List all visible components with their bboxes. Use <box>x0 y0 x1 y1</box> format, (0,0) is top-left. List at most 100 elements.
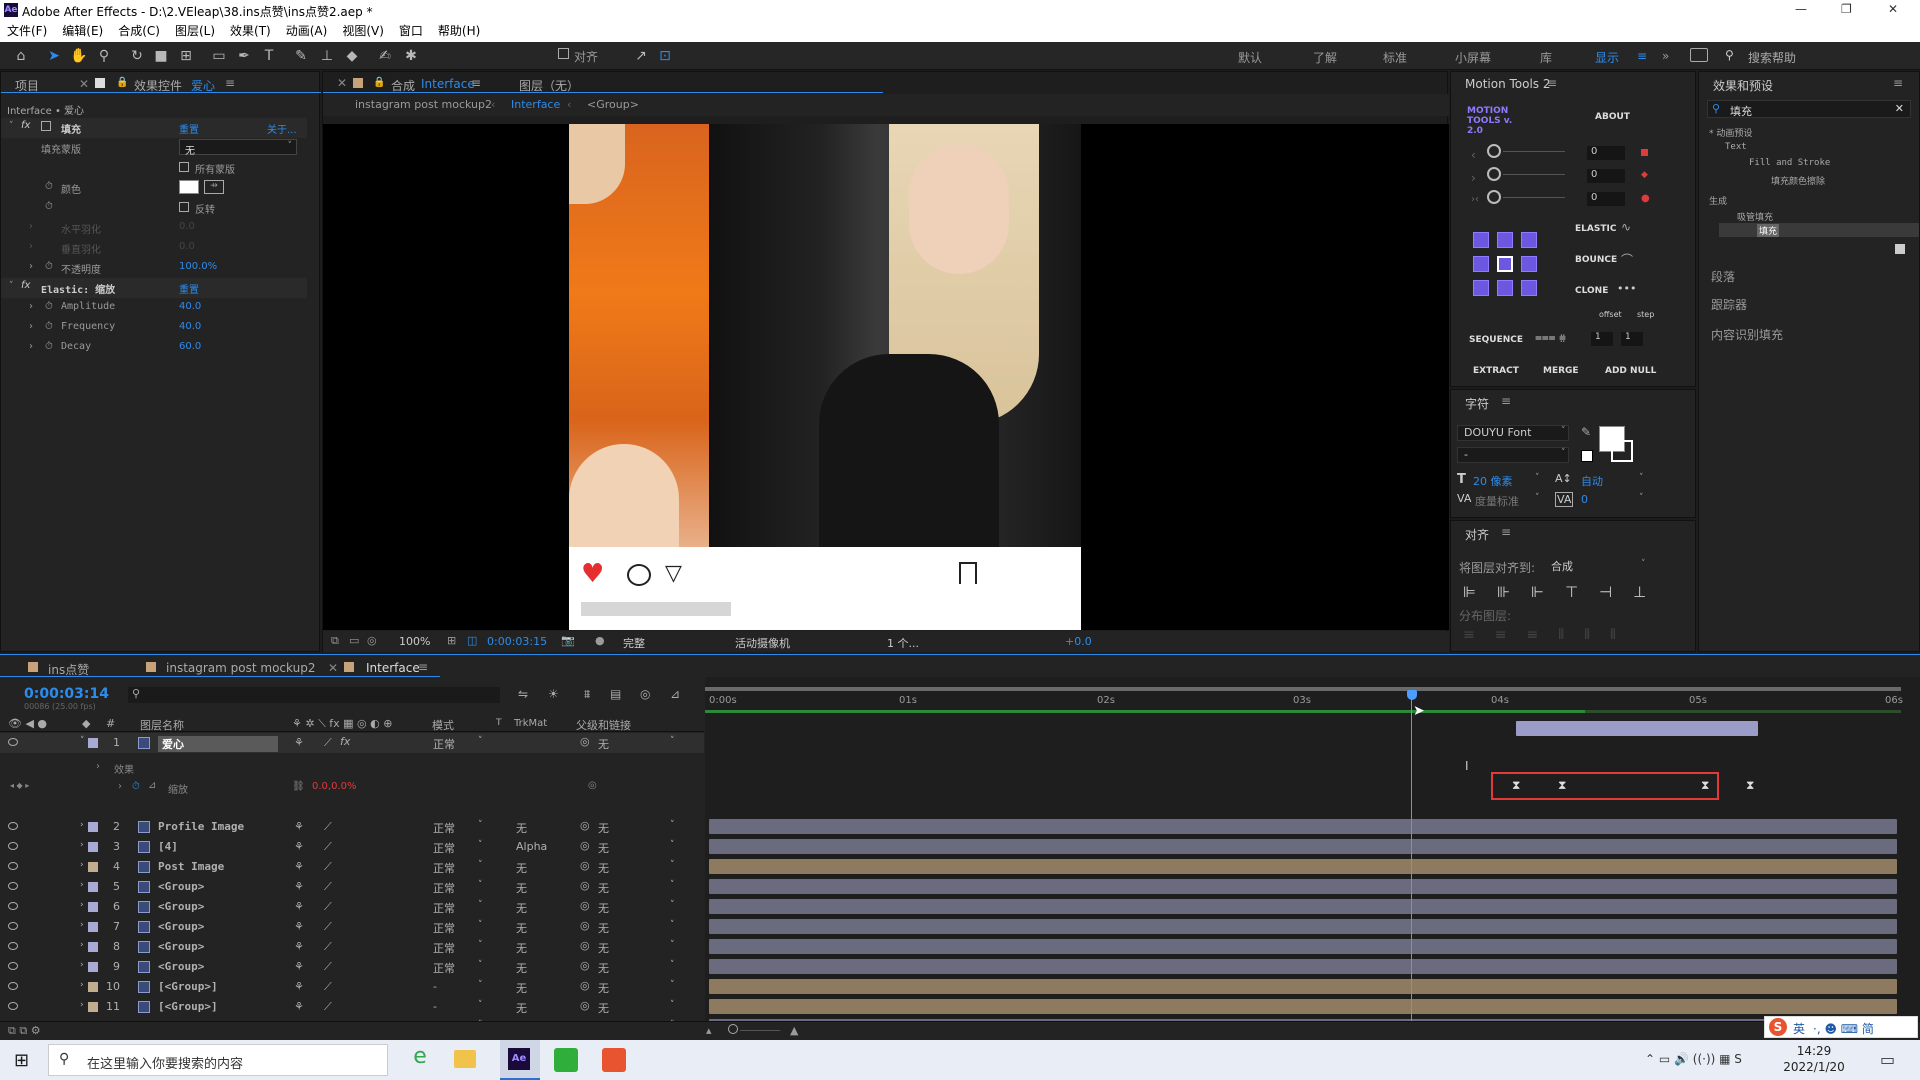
chevron-down-icon[interactable]: ˅ <box>478 960 483 970</box>
edge-browser-icon[interactable]: e <box>404 1044 436 1076</box>
chevron-down-icon[interactable]: ˅ <box>1641 559 1646 569</box>
monitor-icon[interactable]: ▭ <box>349 634 359 647</box>
expand-arrow-icon[interactable]: › <box>80 840 84 850</box>
quality-switch-icon[interactable]: ⟋ <box>324 1000 332 1014</box>
value-field[interactable]: 0 <box>1587 192 1625 206</box>
windows-start-icon[interactable]: ⊞ <box>14 1050 29 1071</box>
align-title[interactable]: 对齐 <box>1465 526 1489 543</box>
eyedropper-icon[interactable]: ⇸ <box>204 180 224 194</box>
align-top-icon[interactable]: ⊤ <box>1565 583 1578 601</box>
elastic-reset-link[interactable]: 重置 <box>179 281 199 296</box>
hand-tool-icon[interactable]: ✋ <box>70 47 88 65</box>
sequence-step-field[interactable]: 1 <box>1621 332 1643 346</box>
slider-track[interactable] <box>1503 174 1565 175</box>
pick-whip-icon[interactable]: ◎ <box>580 899 590 912</box>
workspace-standard[interactable]: 标准 <box>1383 49 1407 66</box>
close-tab-icon[interactable]: ✕ <box>79 77 89 91</box>
shy-switch-icon[interactable]: ⚘ <box>294 820 304 833</box>
pick-whip-icon[interactable]: ◎ <box>580 939 590 952</box>
camera-dropdown[interactable]: 活动摄像机 <box>735 635 790 651</box>
scale-value[interactable]: 0.0,0.0% <box>312 781 357 792</box>
shy-switch-icon[interactable]: ⚘ <box>294 900 304 913</box>
stopwatch-icon[interactable]: ⏱ <box>45 261 53 272</box>
home-icon[interactable]: ⌂ <box>12 47 30 65</box>
label-color-swatch[interactable] <box>88 902 98 912</box>
stopwatch-icon[interactable]: ⏱ <box>45 321 53 332</box>
clock-time[interactable]: 14:29 <box>1784 1044 1844 1058</box>
chevron-down-icon[interactable]: ˅ <box>1561 448 1566 458</box>
label-color-swatch[interactable] <box>88 738 98 748</box>
eraser-tool-icon[interactable]: ◆ <box>343 47 361 65</box>
sogou-ime-icon[interactable]: S <box>1769 1018 1787 1036</box>
content-aware-fill-panel-tab[interactable]: 内容识别填充 <box>1711 326 1783 343</box>
expand-arrow-icon[interactable]: ˅ <box>80 736 85 746</box>
layer-duration-bar[interactable] <box>709 859 1897 874</box>
ime-icons[interactable]: ·, ☻ ⌨ 简 <box>1813 1020 1874 1037</box>
layer-row[interactable]: › 4 Post Image ⚘ ⟋ 正常 ˅ 无 ◎ 无 ˅ <box>0 857 704 877</box>
layer-row[interactable]: › 5 <Group> ⚘ ⟋ 正常 ˅ 无 ◎ 无 ˅ <box>0 877 704 897</box>
chevron-down-icon[interactable]: ˅ <box>670 960 675 970</box>
sequence-button[interactable]: SEQUENCE <box>1469 335 1523 345</box>
quality-switch-icon[interactable]: ⟋ <box>324 960 332 974</box>
layer-row[interactable]: › 9 <Group> ⚘ ⟋ 正常 ˅ 无 ◎ 无 ˅ <box>0 957 704 977</box>
align-v-center-icon[interactable]: ⊣ <box>1599 583 1612 601</box>
panel-menu-icon[interactable]: ≡ <box>1893 76 1903 90</box>
default-colors-icon[interactable] <box>1581 450 1593 462</box>
pen-tool-icon[interactable]: ✒ <box>235 47 253 65</box>
layer-duration-bar[interactable] <box>709 959 1897 974</box>
pick-whip-icon[interactable]: ◎ <box>580 819 590 832</box>
keyframe-icon[interactable]: ⧗ <box>1746 778 1754 793</box>
parent-dropdown[interactable]: 无 <box>598 880 609 896</box>
current-time-display[interactable]: 0:00:03:15 <box>487 635 547 648</box>
align-left-icon[interactable]: ⊫ <box>1463 583 1476 601</box>
layer-name[interactable]: <Group> <box>158 880 204 893</box>
amplitude-value[interactable]: 40.0 <box>179 301 201 312</box>
chevron-down-icon[interactable]: ˅ <box>1535 473 1540 483</box>
layer-name-header[interactable]: 图层名称 <box>140 717 184 733</box>
work-area-bar[interactable] <box>705 687 1901 691</box>
visibility-eye-icon[interactable] <box>8 942 18 950</box>
align-right-icon[interactable]: ⊩ <box>1531 583 1544 601</box>
chevron-down-icon[interactable]: ˅ <box>478 840 483 850</box>
add-null-button[interactable]: ADD NULL <box>1605 366 1656 376</box>
align-to-dropdown[interactable]: 合成 <box>1551 558 1653 574</box>
blend-mode-dropdown[interactable]: 正常 <box>433 860 455 876</box>
search-help-input[interactable]: 搜索帮助 <box>1748 49 1796 66</box>
layer-row[interactable]: › 11 [<Group>] ⚘ ⟋ - ˅ 无 ◎ 无 ˅ <box>0 997 704 1017</box>
pick-whip-icon[interactable]: ◎ <box>580 959 590 972</box>
chevron-down-icon[interactable]: ˅ <box>478 880 483 890</box>
menu-edit[interactable]: 编辑(E) <box>62 21 103 42</box>
menu-help[interactable]: 帮助(H) <box>438 21 480 42</box>
quality-switch-icon[interactable]: ⟋ <box>324 736 332 750</box>
chevron-down-icon[interactable]: ˅ <box>670 940 675 950</box>
tree-folder-text[interactable]: Text <box>1725 142 1747 152</box>
slider-knob[interactable] <box>1487 167 1501 181</box>
blend-mode-dropdown[interactable]: 正常 <box>433 920 455 936</box>
layer-row[interactable]: › 8 <Group> ⚘ ⟋ 正常 ˅ 无 ◎ 无 ˅ <box>0 937 704 957</box>
pick-whip-icon[interactable]: ◎ <box>580 859 590 872</box>
elastic-wave-icon[interactable]: ∿ <box>1621 220 1631 234</box>
slider-knob[interactable] <box>1487 144 1501 158</box>
frame-blend-icon[interactable]: ▤ <box>610 687 621 701</box>
shy-switch-icon[interactable]: ⚘ <box>294 960 304 973</box>
anchor-grid-cell-center[interactable] <box>1497 256 1513 272</box>
layer-duration-bar[interactable] <box>709 899 1897 914</box>
anchor-grid-cell[interactable] <box>1497 232 1513 248</box>
roto-brush-tool-icon[interactable]: ✍ <box>376 47 394 65</box>
snap-option-icon[interactable]: ↗ <box>632 47 650 65</box>
pick-whip-icon[interactable]: ◎ <box>580 979 590 992</box>
recorder-app-icon[interactable] <box>602 1048 626 1072</box>
parent-dropdown[interactable]: 无 <box>598 840 609 856</box>
shy-layers-icon[interactable]: ⩩ <box>584 687 590 702</box>
character-title[interactable]: 字符 <box>1465 395 1489 412</box>
leading-value[interactable]: 自动 <box>1581 473 1603 489</box>
chevron-down-icon[interactable]: ˅ <box>670 900 675 910</box>
chevron-down-icon[interactable]: ˅ <box>670 840 675 850</box>
fill-about-link[interactable]: 关于... <box>267 121 297 136</box>
expand-arrow-icon[interactable]: › <box>80 880 84 890</box>
close-button[interactable]: ✕ <box>1888 2 1898 16</box>
tree-category-generate[interactable]: 生成 <box>1709 194 1727 207</box>
layer-duration-bar[interactable] <box>709 979 1897 994</box>
visibility-eye-icon[interactable] <box>8 842 18 850</box>
workspace-menu-icon[interactable]: ≡ <box>1637 49 1647 63</box>
